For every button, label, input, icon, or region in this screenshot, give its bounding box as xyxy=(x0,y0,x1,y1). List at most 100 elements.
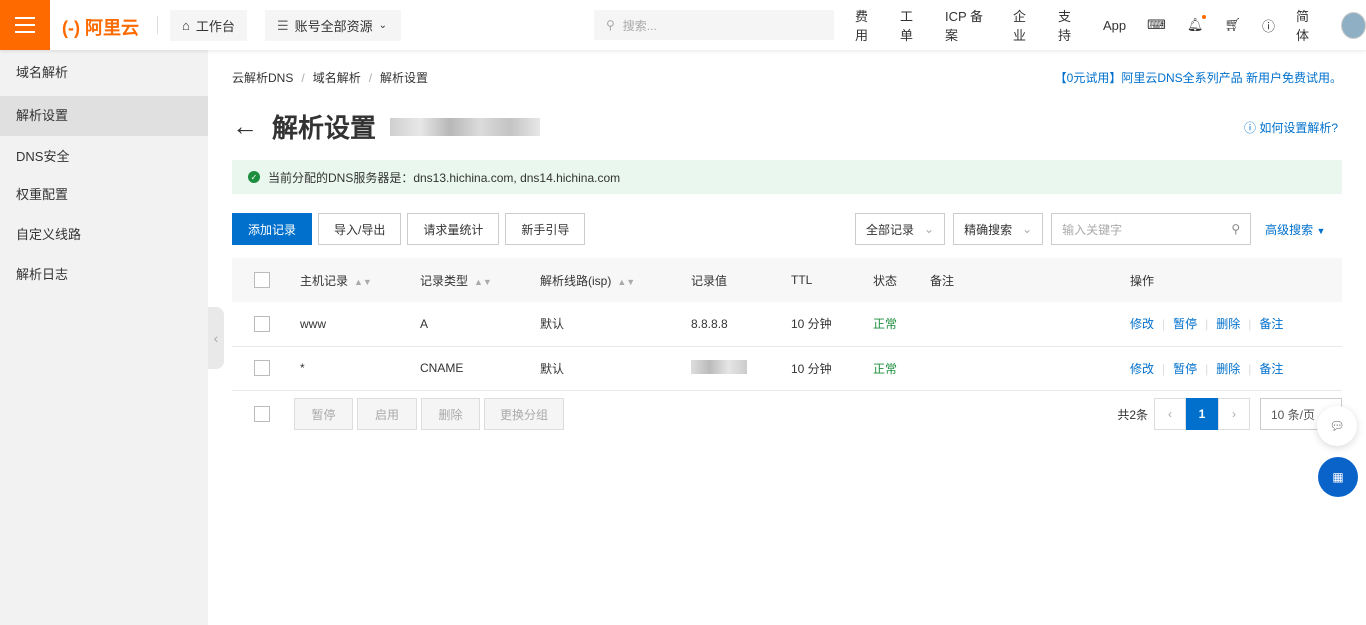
advanced-label: 高级搜索 xyxy=(1265,223,1313,237)
search-icon[interactable]: ⚲ xyxy=(1231,222,1240,236)
sidebar-item-settings[interactable]: 解析设置 xyxy=(0,96,208,136)
pause-link[interactable]: 暂停 xyxy=(1173,362,1197,376)
row-checkbox[interactable] xyxy=(254,316,270,332)
footer-select-all-checkbox[interactable] xyxy=(254,406,270,422)
breadcrumb-dns[interactable]: 云解析DNS xyxy=(232,71,293,85)
nav-icp[interactable]: ICP 备案 xyxy=(945,6,992,44)
ttl-cell: 10 分钟 xyxy=(791,346,873,390)
add-record-button[interactable]: 添加记录 xyxy=(232,213,312,245)
sidebar-item-dns-security[interactable]: DNS安全 xyxy=(0,136,208,176)
guide-button[interactable]: 新手引导 xyxy=(505,213,585,245)
actions-cell: 修改|暂停|删除|备注 xyxy=(1130,302,1342,346)
advanced-search-link[interactable]: 高级搜索 ▼ xyxy=(1265,221,1325,238)
note-link[interactable]: 备注 xyxy=(1259,317,1283,331)
delete-link[interactable]: 删除 xyxy=(1216,362,1240,376)
actions-cell: 修改|暂停|删除|备注 xyxy=(1130,346,1342,390)
breadcrumb: 云解析DNS/域名解析/解析设置 xyxy=(232,69,428,86)
page-button[interactable]: 1 xyxy=(1186,398,1218,430)
col-value: 记录值 xyxy=(691,258,791,302)
nav-support[interactable]: 支持 xyxy=(1058,6,1082,44)
host-cell: * xyxy=(300,346,420,390)
type-cell: A xyxy=(420,302,540,346)
top-nav: 费用 工单 ICP 备案 企业 支持 App ⌨ 🔔︎ 🛒︎ ⓘ 简体 xyxy=(855,0,1366,50)
edit-link[interactable]: 修改 xyxy=(1130,317,1154,331)
back-arrow-icon[interactable]: ← xyxy=(232,111,258,142)
sidebar-item-domain[interactable]: 域名解析 xyxy=(0,50,208,96)
sort-icon[interactable]: ▲▼ xyxy=(617,277,635,287)
table-footer: 暂停 启用 删除 更换分组 共2条 ‹ 1 › 10 条/页 xyxy=(232,398,1342,430)
search-input[interactable]: ⚲搜索... xyxy=(594,10,834,40)
nav-tickets[interactable]: 工单 xyxy=(900,6,924,44)
delete-link[interactable]: 删除 xyxy=(1216,317,1240,331)
col-host[interactable]: 主机记录 xyxy=(300,274,348,288)
promo-link[interactable]: 【0元试用】阿里云DNS全系列产品 新用户免费试用。 xyxy=(1055,69,1342,86)
change-group-button[interactable]: 更换分组 xyxy=(484,398,564,430)
search-type-select[interactable]: 精确搜索 ⌄ xyxy=(953,213,1043,245)
help-icon[interactable]: ⓘ xyxy=(1262,16,1275,35)
host-cell: www xyxy=(300,302,420,346)
apps-button[interactable]: ▦ xyxy=(1318,457,1358,497)
pause-link[interactable]: 暂停 xyxy=(1173,317,1197,331)
sidebar-item-logs[interactable]: 解析日志 xyxy=(0,256,208,296)
workbench-label: 工作台 xyxy=(196,16,235,35)
chevron-down-icon: ⌄ xyxy=(924,222,934,236)
total-count: 共2条 xyxy=(1117,406,1148,423)
help-link[interactable]: ⓘ 如何设置解析? xyxy=(1244,119,1338,136)
request-stats-button[interactable]: 请求量统计 xyxy=(407,213,499,245)
cart-icon[interactable]: 🛒︎ xyxy=(1224,17,1241,33)
sidebar-collapse-button[interactable]: ‹ xyxy=(208,307,224,369)
batch-enable-button[interactable]: 启用 xyxy=(357,398,417,430)
batch-pause-button[interactable]: 暂停 xyxy=(294,398,353,430)
sidebar-item-custom-line[interactable]: 自定义线路 xyxy=(0,216,208,256)
note-link[interactable]: 备注 xyxy=(1259,362,1283,376)
top-bar: (-) 阿里云 ⌂工作台 ☰账号全部资源⌄ ⚲搜索... 费用 工单 ICP 备… xyxy=(0,0,1366,50)
resources-dropdown[interactable]: ☰账号全部资源⌄ xyxy=(265,10,401,41)
note-cell xyxy=(930,346,1130,390)
col-status: 状态 xyxy=(873,258,930,302)
note-cell xyxy=(930,302,1130,346)
table-row: www A 默认 8.8.8.8 10 分钟 正常 修改|暂停|删除|备注 xyxy=(232,302,1342,346)
status-cell: 正常 xyxy=(873,346,930,390)
title-text: 解析设置 xyxy=(272,108,376,145)
pagination: 共2条 ‹ 1 › 10 条/页 xyxy=(1117,398,1342,430)
select-all-checkbox[interactable] xyxy=(254,272,270,288)
bell-icon[interactable]: 🔔︎ xyxy=(1187,17,1204,33)
logo[interactable]: (-) 阿里云 xyxy=(62,14,139,40)
avatar[interactable] xyxy=(1341,12,1366,39)
workbench-button[interactable]: ⌂工作台 xyxy=(170,10,247,41)
alert-text: 当前分配的DNS服务器是：dns13.hichina.com, dns14.hi… xyxy=(268,169,620,186)
nav-enterprise[interactable]: 企业 xyxy=(1013,6,1037,44)
edit-link[interactable]: 修改 xyxy=(1130,362,1154,376)
sort-icon[interactable]: ▲▼ xyxy=(354,277,372,287)
menu-button[interactable] xyxy=(0,0,50,50)
page-title: ← 解析设置 xyxy=(232,108,540,145)
chat-button[interactable]: 💬︎ xyxy=(1317,406,1357,446)
table-row: * CNAME 默认 10 分钟 正常 修改|暂停|删除|备注 xyxy=(232,346,1342,390)
filter-value: 全部记录 xyxy=(866,221,914,238)
sidebar-item-weight[interactable]: 权重配置 xyxy=(0,176,208,216)
prev-page-button[interactable]: ‹ xyxy=(1154,398,1186,430)
batch-delete-button[interactable]: 删除 xyxy=(421,398,480,430)
nav-fees[interactable]: 费用 xyxy=(855,6,879,44)
dns-server-alert: ✓ 当前分配的DNS服务器是：dns13.hichina.com, dns14.h… xyxy=(232,160,1342,194)
keyword-input[interactable]: 输入关键字⚲ xyxy=(1051,213,1251,245)
breadcrumb-domain[interactable]: 域名解析 xyxy=(313,71,361,85)
col-type[interactable]: 记录类型 xyxy=(420,274,468,288)
terminal-icon[interactable]: ⌨ xyxy=(1147,17,1166,33)
import-export-button[interactable]: 导入/导出 xyxy=(318,213,401,245)
record-filter-select[interactable]: 全部记录 ⌄ xyxy=(855,213,945,245)
check-circle-icon: ✓ xyxy=(248,171,260,183)
server-icon: ☰ xyxy=(277,18,289,34)
language-switch[interactable]: 简体 xyxy=(1296,6,1320,44)
nav-app[interactable]: App xyxy=(1103,18,1126,33)
next-page-button[interactable]: › xyxy=(1218,398,1250,430)
page-size-value: 10 条/页 xyxy=(1271,406,1315,423)
col-line[interactable]: 解析线路(isp) xyxy=(540,274,611,288)
search-icon: ⚲ xyxy=(606,18,615,32)
help-text: 如何设置解析? xyxy=(1259,121,1338,135)
row-checkbox[interactable] xyxy=(254,360,270,376)
chevron-down-icon: ⌄ xyxy=(1022,222,1032,236)
search-type-value: 精确搜索 xyxy=(964,221,1012,238)
sort-icon[interactable]: ▲▼ xyxy=(474,277,492,287)
chat-icon: 💬︎ xyxy=(1329,419,1344,433)
